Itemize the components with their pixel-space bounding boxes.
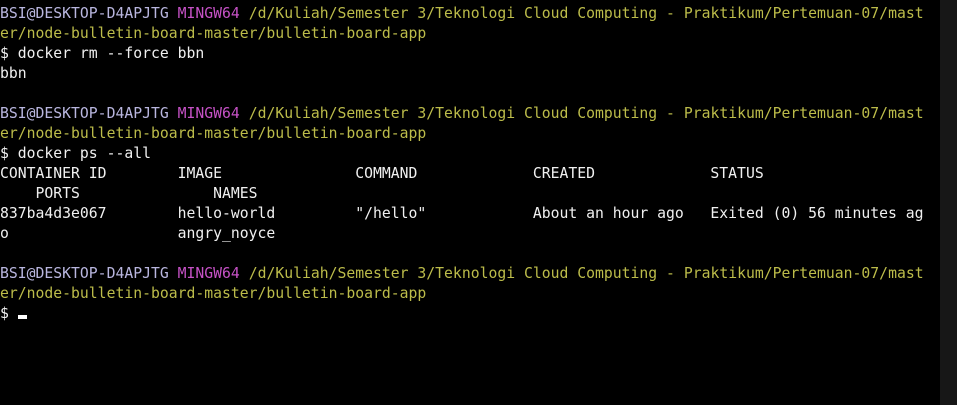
prompt-path-continued: er/node-bulletin-board-master/bulletin-b…	[0, 124, 940, 144]
prompt-system: MINGW64	[177, 265, 240, 282]
prompt-line: BSI@DESKTOP-D4APJTG MINGW64 /d/Kuliah/Se…	[0, 104, 940, 124]
prompt-path: /d/Kuliah/Semester 3/Teknologi Cloud Com…	[248, 265, 924, 282]
current-prompt: $	[0, 305, 18, 322]
vertical-scrollbar[interactable]	[940, 0, 957, 405]
prompt-user-host: BSI@DESKTOP-D4APJTG	[0, 265, 169, 282]
command-output: bbn	[0, 65, 27, 82]
prompt-system: MINGW64	[177, 105, 240, 122]
command-line: $ docker rm --force bbn	[0, 45, 205, 62]
prompt-path-wrap: er/node-bulletin-board-master/bulletin-b…	[0, 285, 427, 302]
active-input-line[interactable]: $	[0, 304, 940, 324]
text-cursor	[17, 315, 27, 319]
terminal-window[interactable]: BSI@DESKTOP-D4APJTG MINGW64 /d/Kuliah/Se…	[0, 0, 940, 405]
prompt-line: BSI@DESKTOP-D4APJTG MINGW64 /d/Kuliah/Se…	[0, 4, 940, 24]
command-line: $ docker ps --all	[0, 145, 151, 162]
prompt-path-wrap: er/node-bulletin-board-master/bulletin-b…	[0, 125, 427, 142]
ps-table-header-wrap: PORTS NAMES	[0, 185, 258, 202]
ps-table-row: 837ba4d3e067 hello-world "/hello" About …	[0, 205, 924, 222]
prompt-path-continued: er/node-bulletin-board-master/bulletin-b…	[0, 24, 940, 44]
prompt-path: /d/Kuliah/Semester 3/Teknologi Cloud Com…	[248, 5, 924, 22]
prompt-user-host: BSI@DESKTOP-D4APJTG	[0, 5, 169, 22]
prompt-system: MINGW64	[177, 5, 240, 22]
prompt-path-wrap: er/node-bulletin-board-master/bulletin-b…	[0, 25, 427, 42]
ps-table-header: CONTAINER ID IMAGE COMMAND CREATED STATU…	[0, 165, 764, 182]
prompt-user-host: BSI@DESKTOP-D4APJTG	[0, 105, 169, 122]
prompt-path: /d/Kuliah/Semester 3/Teknologi Cloud Com…	[248, 105, 924, 122]
prompt-path-continued: er/node-bulletin-board-master/bulletin-b…	[0, 284, 940, 304]
prompt-line: BSI@DESKTOP-D4APJTG MINGW64 /d/Kuliah/Se…	[0, 264, 940, 284]
ps-table-row-wrap: o angry_noyce	[0, 225, 276, 242]
